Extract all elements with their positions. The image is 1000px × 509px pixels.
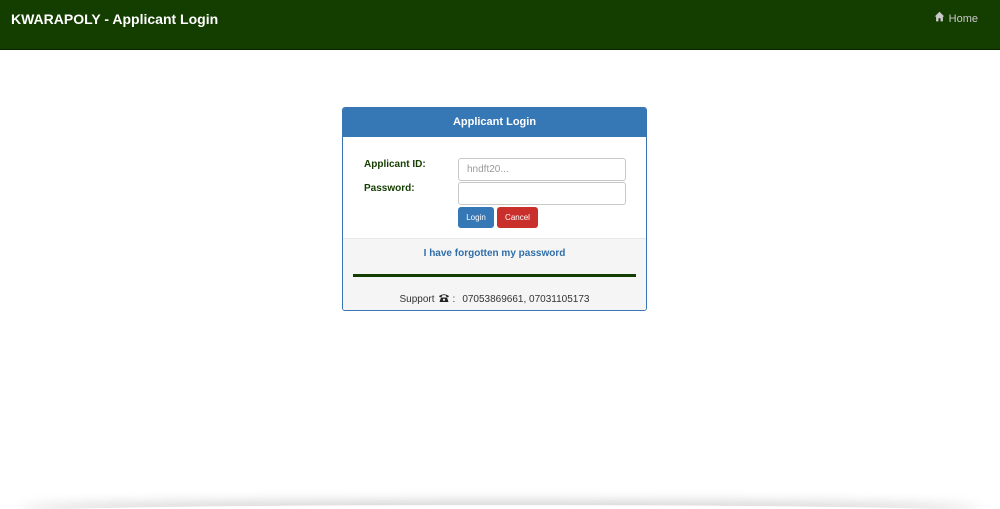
applicant-id-input[interactable] bbox=[458, 158, 626, 181]
login-form: Applicant ID: Password: Login Cancel bbox=[343, 137, 646, 238]
home-link-label: Home bbox=[948, 12, 978, 25]
footer-divider bbox=[353, 274, 636, 277]
login-panel-footer: I have forgotten my password Support : 0… bbox=[343, 238, 646, 310]
support-numbers: 07053869661, 07031105173 bbox=[462, 294, 590, 305]
support-info: Support : 07053869661, 07031105173 bbox=[343, 293, 646, 307]
password-input[interactable] bbox=[458, 182, 626, 205]
login-button[interactable]: Login bbox=[458, 207, 494, 228]
login-panel-heading: Applicant Login bbox=[343, 108, 646, 137]
page-title: KWARAPOLY - Applicant Login bbox=[11, 11, 219, 27]
phone-icon bbox=[438, 293, 450, 307]
applicant-id-label: Applicant ID: bbox=[364, 159, 426, 170]
bottom-shadow bbox=[20, 505, 980, 509]
login-panel: Applicant Login Applicant ID: Password: … bbox=[342, 107, 647, 311]
cancel-button[interactable]: Cancel bbox=[497, 207, 538, 228]
top-navbar: KWARAPOLY - Applicant Login Home bbox=[0, 0, 1000, 50]
support-label: Support bbox=[399, 294, 435, 305]
password-label: Password: bbox=[364, 183, 415, 194]
support-separator: : bbox=[452, 294, 456, 305]
home-link[interactable]: Home bbox=[934, 11, 978, 26]
home-icon bbox=[934, 11, 945, 26]
forgot-password-link[interactable]: I have forgotten my password bbox=[343, 248, 646, 260]
